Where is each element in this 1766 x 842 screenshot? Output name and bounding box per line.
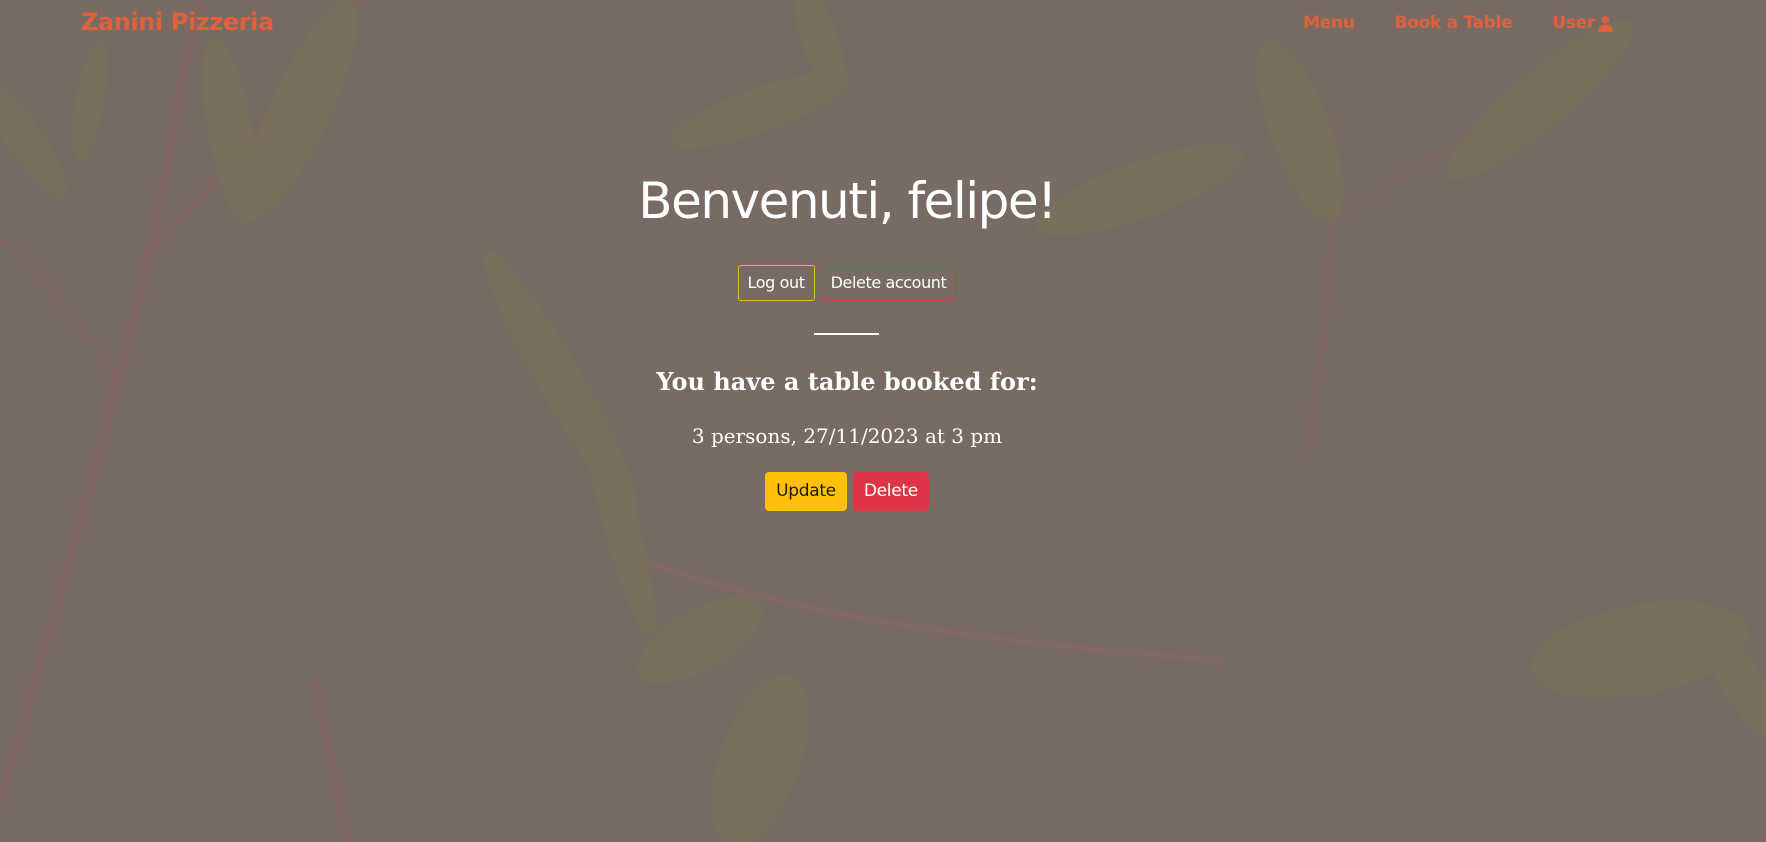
booking-actions: Update Delete — [0, 472, 1694, 511]
top-navbar: Zanini Pizzeria Menu Book a Table User — [0, 0, 1766, 48]
delete-booking-button[interactable]: Delete — [852, 472, 929, 511]
booking-heading: You have a table booked for: — [656, 367, 1038, 396]
delete-account-button[interactable]: Delete account — [820, 265, 957, 301]
section-divider — [814, 333, 879, 335]
nav-link-user-label: User — [1552, 13, 1595, 33]
nav-link-book-a-table[interactable]: Book a Table — [1395, 13, 1513, 33]
user-icon — [1598, 15, 1613, 32]
background-image — [0, 0, 1766, 842]
logout-button[interactable]: Log out — [737, 265, 815, 301]
brand-logo-link[interactable]: Zanini Pizzeria — [81, 8, 274, 36]
nav-link-menu-label: Menu — [1303, 13, 1355, 33]
booking-details: 3 persons, 27/11/2023 at 3 pm — [691, 424, 1003, 448]
update-booking-button[interactable]: Update — [765, 472, 847, 511]
nav-links: Menu Book a Table User — [1263, 13, 1614, 33]
nav-link-menu[interactable]: Menu — [1303, 13, 1355, 33]
account-actions: Log out Delete account — [0, 265, 1694, 301]
nav-link-book-a-table-label: Book a Table — [1394, 13, 1513, 33]
welcome-heading: Benvenuti, felipe! — [638, 172, 1057, 230]
nav-link-user[interactable]: User — [1552, 13, 1614, 33]
